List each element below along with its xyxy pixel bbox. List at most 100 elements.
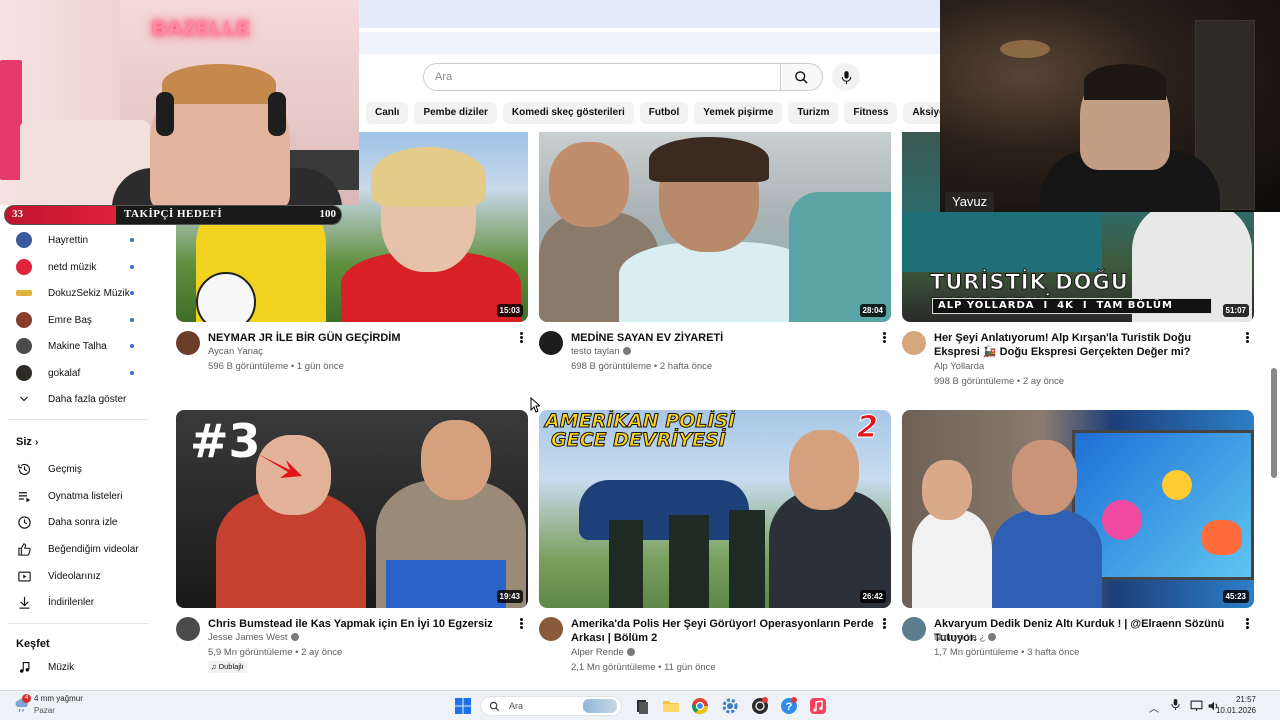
chrome-icon — [691, 698, 709, 715]
you-section-heading[interactable]: Siz › — [16, 436, 38, 448]
video-thumbnail[interactable]: 45:23 — [902, 410, 1254, 608]
sidebar-item-your-videos[interactable]: Videolarınız — [16, 565, 144, 587]
file-explorer-button[interactable] — [661, 696, 681, 716]
channel-avatar[interactable] — [902, 331, 926, 355]
weather-icon[interactable]: 4 — [14, 694, 31, 713]
sidebar-item-label: Beğendiğim videolar — [48, 543, 139, 555]
sidebar-item-music[interactable]: Müzik — [16, 656, 144, 678]
channel-name[interactable]: Alp Yollarda — [934, 361, 984, 372]
video-title[interactable]: Chris Bumstead ile Kas Yapmak için En İy… — [208, 617, 508, 631]
sidebar-item-downloads[interactable]: İndirilenler — [16, 591, 144, 613]
system-clock[interactable]: 21:57 10.01.2026 — [1216, 694, 1256, 716]
channel-name[interactable]: Aycan Yanaç — [208, 346, 263, 357]
channel-avatar[interactable] — [539, 331, 563, 355]
video-stats: 698 B görüntüleme • 2 hafta önce — [571, 361, 713, 372]
search-button[interactable] — [781, 63, 823, 91]
channel-name[interactable]: Alper Rende — [571, 647, 635, 658]
chevron-down-icon — [20, 396, 28, 402]
channel-avatar[interactable] — [176, 617, 200, 641]
category-chips: Canlı Pembe diziler Komedi skeç gösteriler… — [366, 102, 940, 124]
chip-fitness[interactable]: Fitness — [844, 102, 898, 124]
chip-komedi[interactable]: Komedi skeç gösterileri — [502, 102, 634, 124]
channel-avatar[interactable] — [176, 331, 200, 355]
video-thumbnail[interactable]: #3 19:43 — [176, 410, 528, 608]
sidebar-item-netd-muzik[interactable]: netd müzik — [16, 256, 144, 278]
chip-canli[interactable]: Canlı — [366, 102, 409, 124]
video-title[interactable]: NEYMAR JR İLE BİR GÜN GEÇİRDİM — [208, 331, 508, 345]
search-bar: Ara — [423, 63, 823, 91]
channel-name-text: testo taylan — [571, 346, 620, 357]
sidebar-item-makine-talha[interactable]: Makine Talha — [16, 335, 144, 357]
chrome-button[interactable] — [690, 696, 710, 716]
start-button[interactable] — [453, 696, 473, 716]
taskbar-search[interactable]: Ara — [480, 696, 622, 716]
more-actions-icon[interactable] — [1244, 331, 1250, 345]
sidebar-item-liked-videos[interactable]: Beğendiğim videolar — [16, 538, 144, 560]
video-title[interactable]: Her Şeyi Anlatıyorum! Alp Kırşan'la Turi… — [934, 331, 1239, 359]
sidebar-item-label: İndirilenler — [48, 596, 95, 608]
channel-name[interactable]: testo taylan — [571, 346, 631, 357]
task-view-button[interactable] — [632, 696, 652, 716]
chip-yemek[interactable]: Yemek pişirme — [694, 102, 783, 124]
thumbnail-subtitle-text: GECE DEVRİYESİ — [551, 429, 727, 452]
sidebar-item-emre-bas[interactable]: Emre Baş — [16, 309, 144, 331]
channel-name-text: Jesse James West — [208, 632, 288, 643]
avatar — [16, 338, 32, 354]
more-actions-icon[interactable] — [881, 617, 887, 631]
more-actions-icon[interactable] — [518, 617, 524, 631]
more-actions-icon[interactable] — [881, 331, 887, 345]
avatar — [16, 232, 32, 248]
show-more-button[interactable]: Daha fazla göster — [16, 388, 144, 410]
microphone-icon — [841, 70, 851, 84]
channel-name-text: Alper Rende — [571, 647, 624, 658]
more-actions-icon[interactable] — [1244, 617, 1250, 631]
sidebar-item-gokalaf[interactable]: gokalaf — [16, 362, 144, 384]
chip-turizm[interactable]: Turizm — [788, 102, 839, 124]
verified-icon — [290, 633, 299, 641]
taskbar-search-placeholder: Ara — [509, 701, 524, 711]
chip-futbol[interactable]: Futbol — [639, 102, 689, 124]
verified-icon — [988, 633, 997, 641]
search-input[interactable]: Ara — [423, 63, 781, 91]
new-content-dot — [130, 265, 134, 269]
video-thumbnail[interactable]: 28:04 — [539, 132, 891, 322]
download-icon — [19, 596, 29, 609]
sidebar-item-watch-later[interactable]: Daha sonra izle — [16, 511, 144, 533]
avatar — [16, 365, 32, 381]
video-stats: 5,9 Mn görüntüleme • 2 ay önce — [208, 647, 343, 658]
app-button-help[interactable]: ? — [779, 696, 799, 716]
dubbed-label: Dublajlı — [218, 662, 244, 671]
sidebar: Hayrettin netd müzik DokuzSekiz Müzik Em… — [0, 226, 152, 692]
sidebar-item-label: Videolarınız — [48, 570, 101, 582]
channel-name[interactable]: Noluyo Ya ¿ — [934, 632, 997, 643]
chevron-right-icon: › — [34, 437, 39, 448]
sidebar-item-hayrettin[interactable]: Hayrettin — [16, 229, 144, 251]
video-title[interactable]: MEDİNE SAYAN EV ZİYARETİ — [571, 331, 871, 345]
chip-pembe-diziler[interactable]: Pembe diziler — [414, 102, 497, 124]
more-actions-icon[interactable] — [518, 331, 524, 345]
app-button-music[interactable] — [808, 696, 828, 716]
voice-search-button[interactable] — [832, 63, 860, 91]
app-button-settings[interactable] — [720, 696, 740, 716]
app-button-obs[interactable] — [750, 696, 770, 716]
sidebar-item-playlists[interactable]: Oynatma listeleri — [16, 485, 144, 507]
sidebar-item-dokuzsekiz[interactable]: DokuzSekiz Müzik — [16, 282, 144, 304]
weather-widget[interactable]: 4 mm yağmur Pazar — [34, 694, 83, 715]
network-icon[interactable] — [1190, 699, 1203, 717]
explore-heading: Keşfet — [16, 638, 50, 650]
channel-avatar[interactable] — [539, 617, 563, 641]
channel-avatar[interactable] — [902, 617, 926, 641]
microphone-icon[interactable] — [1170, 698, 1181, 716]
chip-aksiyon[interactable]: Aksiyon-macera — [903, 102, 940, 124]
channel-name[interactable]: Jesse James West — [208, 632, 299, 643]
video-title[interactable]: Amerika'da Polis Her Şeyi Görüyor! Opera… — [571, 617, 876, 645]
page-scrollbar-thumb[interactable] — [1271, 368, 1277, 478]
duration-badge: 51:07 — [1222, 304, 1249, 317]
tray-overflow-chevron-icon[interactable]: ︿ — [1149, 700, 1159, 715]
thumbnail-title-text: #3 — [190, 414, 261, 468]
folder-icon — [663, 701, 679, 712]
sidebar-item-history[interactable]: Geçmiş — [16, 458, 144, 480]
video-thumbnail[interactable]: AMERİKAN POLİSİ GECE DEVRİYESİ 2 26:42 — [539, 410, 891, 608]
thumbnail-image: #3 — [176, 410, 528, 608]
divider — [8, 623, 148, 624]
